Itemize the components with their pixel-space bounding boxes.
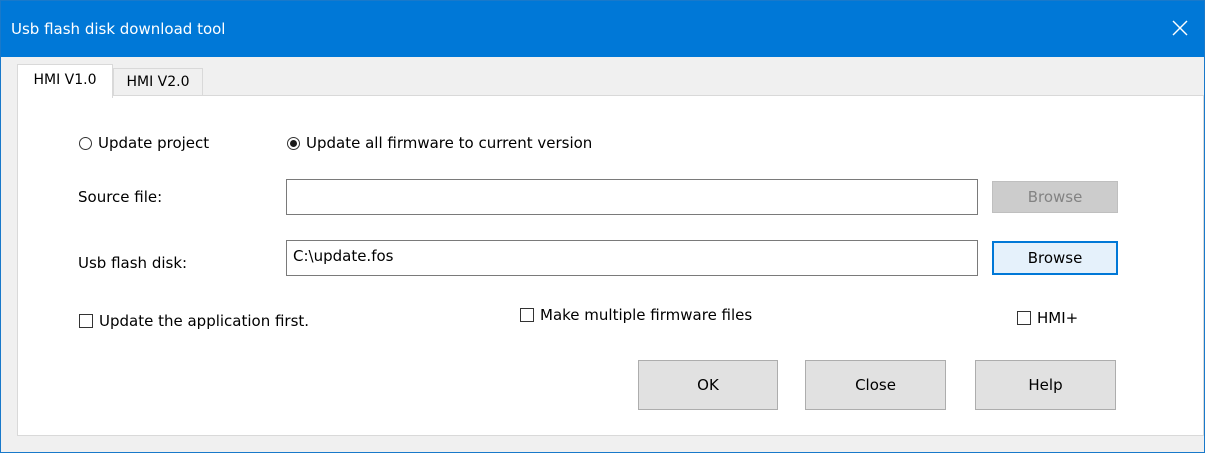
close-window-button[interactable]	[1158, 1, 1204, 57]
ok-button[interactable]: OK	[638, 360, 778, 410]
multiple-firmware-checkbox[interactable]: Make multiple firmware files	[520, 306, 752, 324]
multiple-firmware-box[interactable]	[520, 308, 534, 322]
title-bar[interactable]: Usb flash disk download tool	[1, 1, 1204, 57]
update-firmware-radio-circle[interactable]	[287, 136, 300, 150]
dialog-window: Usb flash disk download tool HMI V1.0 HM…	[0, 0, 1205, 453]
usb-browse-button[interactable]: Browse	[992, 241, 1118, 275]
multiple-firmware-label: Make multiple firmware files	[540, 306, 753, 324]
tab-hmi-v2[interactable]: HMI V2.0	[113, 68, 203, 95]
update-app-first-box[interactable]	[79, 314, 93, 328]
update-app-first-checkbox[interactable]: Update the application first.	[79, 312, 309, 330]
update-project-radio-circle[interactable]	[79, 136, 92, 150]
source-file-input[interactable]	[286, 179, 978, 215]
close-button[interactable]: Close	[805, 360, 946, 410]
hmi-plus-label: HMI+	[1037, 309, 1079, 327]
help-button[interactable]: Help	[975, 360, 1116, 410]
update-firmware-radio[interactable]: Update all firmware to current version	[287, 134, 592, 152]
update-firmware-label: Update all firmware to current version	[306, 134, 593, 152]
hmi-plus-checkbox[interactable]: HMI+	[1017, 309, 1078, 327]
usb-disk-input[interactable]: C:\update.fos	[286, 240, 978, 276]
source-file-label: Source file:	[78, 188, 163, 206]
update-project-label: Update project	[98, 134, 210, 152]
update-project-radio[interactable]: Update project	[79, 134, 209, 152]
update-app-first-label: Update the application first.	[99, 312, 310, 330]
hmi-plus-box[interactable]	[1017, 311, 1031, 325]
close-icon	[1172, 20, 1188, 36]
source-browse-button[interactable]: Browse	[992, 181, 1118, 213]
tab-hmi-v1[interactable]: HMI V1.0	[17, 64, 113, 98]
window-title: Usb flash disk download tool	[11, 20, 226, 38]
usb-disk-label: Usb flash disk:	[78, 254, 188, 272]
